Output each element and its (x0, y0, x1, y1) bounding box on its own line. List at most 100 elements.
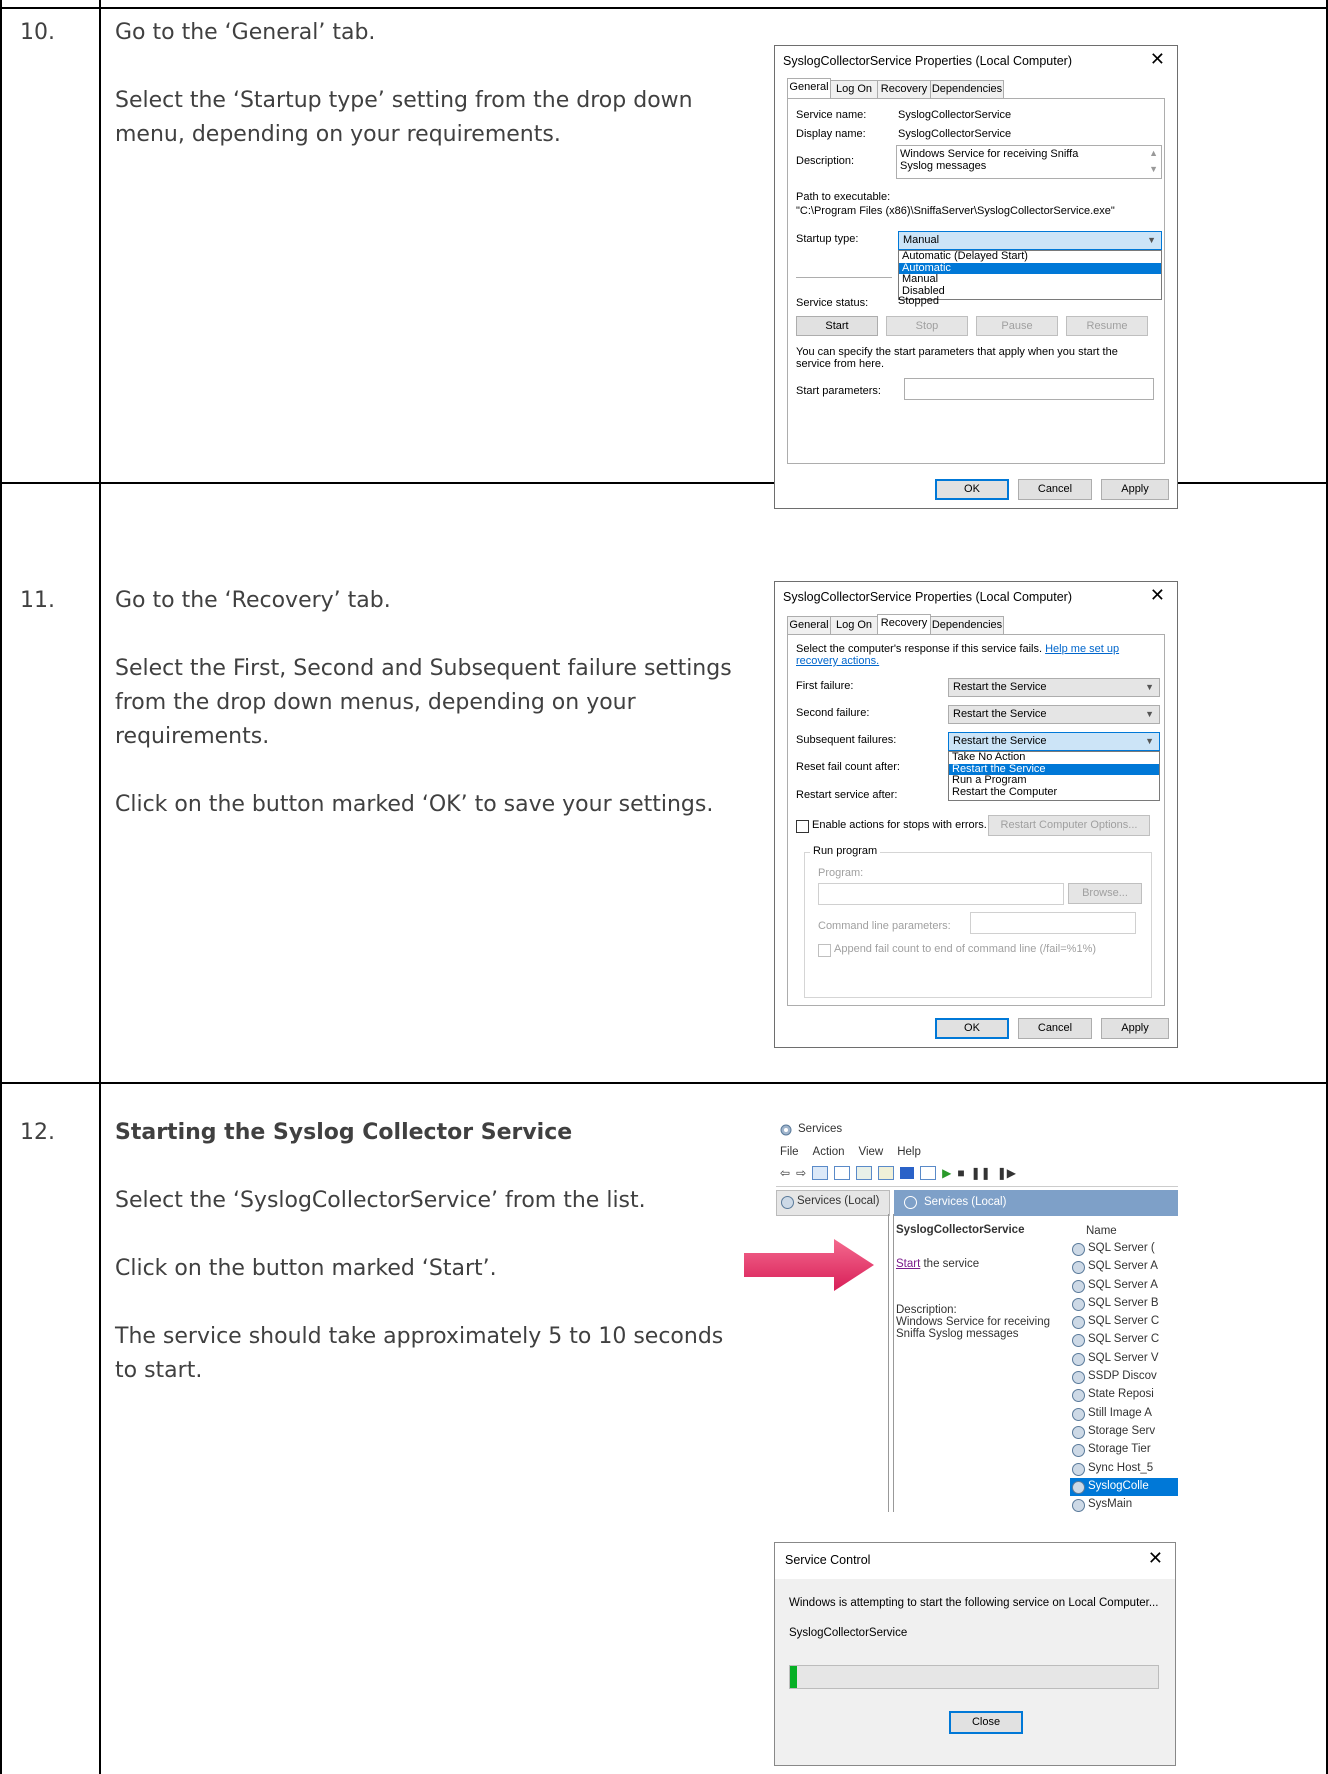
service-row-name: Storage Tier (1088, 1443, 1151, 1456)
play-icon[interactable]: ▶ (942, 1166, 951, 1180)
name-column-header[interactable]: Name (1086, 1225, 1117, 1237)
service-row[interactable]: SysMain (1070, 1496, 1178, 1512)
tree-item-label: Services (Local) (797, 1195, 880, 1207)
start-parameters-input[interactable] (904, 378, 1154, 400)
tree-item-services-local[interactable]: Services (Local) (776, 1190, 890, 1216)
pause-icon[interactable]: ❚❚ (971, 1166, 991, 1180)
service-row[interactable]: SQL Server A (1070, 1277, 1178, 1295)
menu-view[interactable]: View (859, 1146, 884, 1158)
tab-recovery[interactable]: Recovery (877, 80, 931, 99)
description-field[interactable]: Windows Service for receiving Sniffa Sys… (896, 145, 1162, 179)
tab-recovery[interactable]: Recovery (877, 614, 931, 635)
close-button[interactable]: Close (949, 1711, 1023, 1734)
ok-button[interactable]: OK (935, 1018, 1009, 1039)
restart-computer-options-button[interactable]: Restart Computer Options... (988, 815, 1150, 836)
service-row[interactable]: SQL Server ( (1070, 1240, 1178, 1258)
properties-icon[interactable] (834, 1166, 851, 1180)
services-list: SQL Server (SQL Server A SQL Server A SQL … (1070, 1240, 1178, 1512)
stop-button[interactable]: Stop (886, 316, 968, 336)
start-button[interactable]: Start (796, 316, 878, 336)
first-failure-label: First failure: (796, 680, 854, 692)
program-input[interactable] (818, 883, 1064, 905)
cancel-button[interactable]: Cancel (1018, 479, 1092, 500)
startup-option-highlighted[interactable]: Automatic (899, 262, 1161, 274)
dialog-title: Service Control (785, 1553, 871, 1567)
failure-option[interactable]: Restart the Computer (949, 786, 1159, 799)
pane-splitter[interactable] (888, 1214, 889, 1512)
selected-service-name: SyslogCollectorService (896, 1224, 1025, 1236)
help-icon[interactable] (900, 1167, 915, 1179)
first-failure-value: Restart the Service (953, 681, 1047, 693)
service-row[interactable]: SQL Server C (1070, 1313, 1178, 1331)
service-row[interactable]: Storage Serv (1070, 1423, 1178, 1441)
service-row[interactable]: SQL Server B (1070, 1295, 1178, 1313)
tab-general[interactable]: General (787, 78, 831, 99)
service-row[interactable]: Still Image A (1070, 1405, 1178, 1423)
service-row[interactable]: SQL Server C (1070, 1331, 1178, 1349)
scroll-up-icon[interactable]: ▲ (1149, 148, 1158, 158)
failure-option[interactable]: Take No Action (949, 752, 1159, 764)
second-failure-dropdown[interactable]: Restart the Service ▼ (948, 705, 1160, 724)
command-line-input[interactable] (970, 912, 1136, 934)
close-icon[interactable]: ✕ (1150, 49, 1165, 70)
apply-button[interactable]: Apply (1101, 479, 1169, 500)
service-row[interactable]: Storage Tier (1070, 1441, 1178, 1459)
forward-icon[interactable]: ⇨ (796, 1166, 806, 1180)
service-status-value: Stopped (898, 295, 939, 307)
service-name-label: Service name: (796, 109, 867, 121)
start-service-link[interactable]: Start (896, 1258, 920, 1270)
service-row[interactable]: SSDP Discov (1070, 1368, 1178, 1386)
service-row-name: SSDP Discov (1088, 1370, 1157, 1383)
menu-help[interactable]: Help (897, 1146, 921, 1158)
startup-type-label: Startup type: (796, 233, 859, 245)
tab-log-on[interactable]: Log On (830, 616, 878, 635)
refresh-icon[interactable] (856, 1166, 873, 1180)
menu-file[interactable]: File (780, 1146, 799, 1158)
enable-actions-checkbox[interactable] (796, 820, 809, 833)
close-icon[interactable]: ✕ (1150, 585, 1165, 606)
service-row[interactable]: Sync Host_5 (1070, 1460, 1178, 1478)
scroll-down-icon[interactable]: ▼ (1149, 164, 1158, 174)
ok-button[interactable]: OK (935, 479, 1009, 500)
tab-dependencies[interactable]: Dependencies (930, 80, 1004, 99)
cancel-button[interactable]: Cancel (1018, 1018, 1092, 1039)
display-name-value: SyslogCollectorService (898, 128, 1012, 140)
services-icon (904, 1196, 917, 1209)
subsequent-failures-dropdown[interactable]: Restart the Service ▼ (948, 732, 1160, 751)
resume-button[interactable]: Resume (1066, 316, 1148, 336)
browse-button[interactable]: Browse... (1068, 883, 1142, 904)
view-icon[interactable] (920, 1166, 937, 1180)
tab-log-on[interactable]: Log On (830, 80, 878, 99)
close-icon[interactable]: ✕ (1148, 1548, 1163, 1569)
startup-type-dropdown[interactable]: Manual ▼ (898, 231, 1162, 250)
service-row-selected[interactable]: SyslogColle (1070, 1477, 1178, 1497)
append-fail-count-checkbox[interactable] (818, 944, 831, 957)
service-row-name: SQL Server B (1088, 1296, 1159, 1309)
tab-dependencies[interactable]: Dependencies (930, 616, 1004, 635)
services-icon (781, 1196, 794, 1209)
apply-button[interactable]: Apply (1101, 1018, 1169, 1039)
pane-splitter (893, 1214, 894, 1512)
general-panel: Service name: SyslogCollectorService Dis… (787, 98, 1165, 464)
menu-action[interactable]: Action (813, 1146, 845, 1158)
service-row[interactable]: SQL Server V (1070, 1350, 1178, 1368)
startup-option[interactable]: Automatic (Delayed Start) (899, 251, 1161, 263)
back-icon[interactable]: ⇦ (780, 1166, 790, 1180)
service-row[interactable]: State Reposi (1070, 1386, 1178, 1404)
dialog-title: SyslogCollectorService Properties (Local… (783, 590, 1073, 604)
export-icon[interactable] (878, 1166, 895, 1180)
service-row[interactable]: SQL Server A (1070, 1258, 1178, 1276)
description-text: Windows Service for receiving Sniffa Sys… (896, 1316, 1051, 1340)
restart-icon[interactable]: ❚▶ (997, 1166, 1016, 1180)
step-paragraph: Click on the button marked ‘Start’. (115, 1256, 497, 1281)
startup-option[interactable]: Manual (899, 274, 1161, 286)
append-fail-count-label: Append fail count to end of command line… (834, 943, 1097, 955)
tab-general[interactable]: General (787, 616, 831, 635)
failure-option[interactable]: Run a Program (949, 775, 1159, 787)
second-failure-label: Second failure: (796, 707, 870, 719)
first-failure-dropdown[interactable]: Restart the Service ▼ (948, 678, 1160, 697)
stop-icon[interactable]: ■ (957, 1166, 964, 1180)
pause-button[interactable]: Pause (976, 316, 1058, 336)
console-tree-icon[interactable] (812, 1166, 829, 1180)
start-params-hint: You can specify the start parameters tha… (796, 346, 1118, 370)
